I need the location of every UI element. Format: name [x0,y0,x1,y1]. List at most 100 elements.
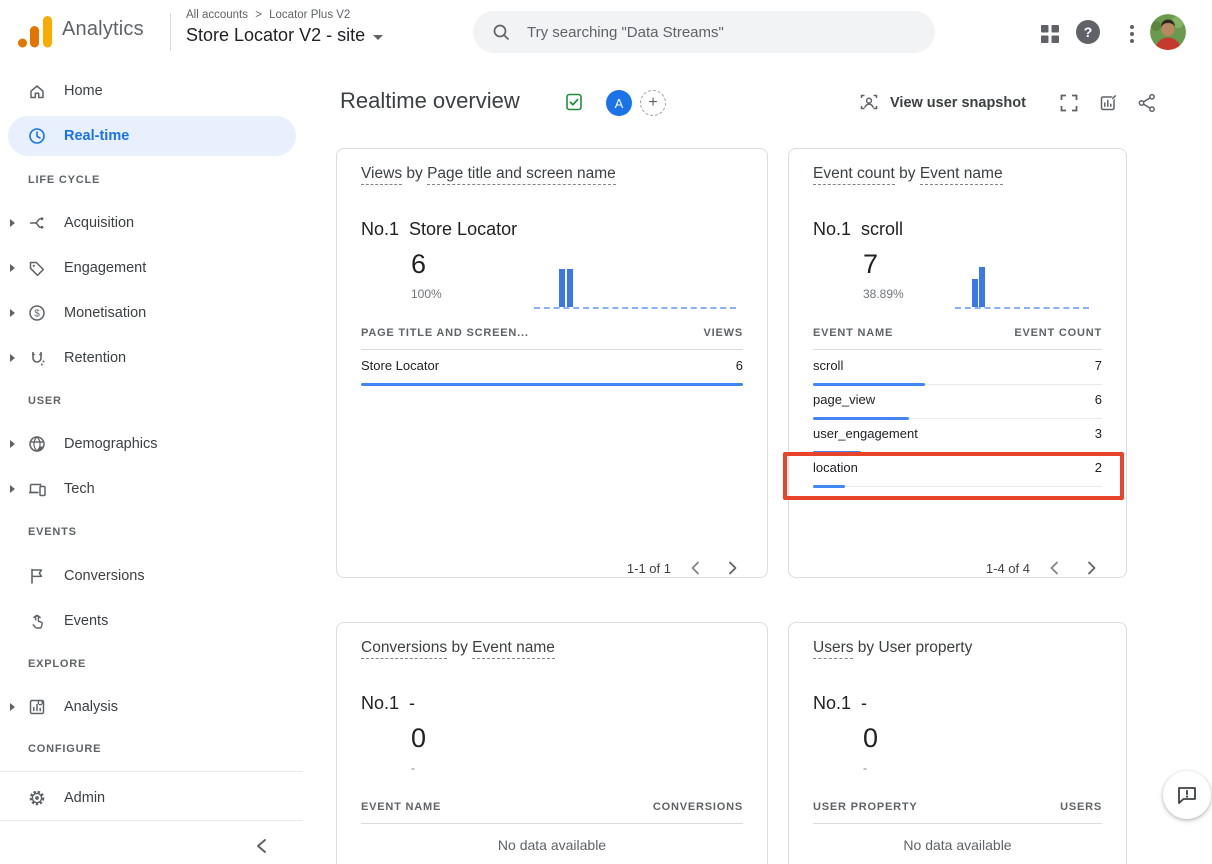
row-label: page_view [813,392,875,407]
engagement-tag-icon [27,258,47,278]
card-title: Conversions by Event name [361,639,555,657]
card-event-count-by-event-name: Event count by Event name No.1scroll 7 3… [788,148,1127,578]
expand-caret-icon[interactable] [10,485,15,493]
breadcrumb[interactable]: All accounts > Locator Plus V2 [186,9,354,21]
avatar[interactable] [1150,14,1186,50]
expand-caret-icon[interactable] [10,440,15,448]
customize-report-icon[interactable] [1098,92,1120,114]
sidebar-item-engagement[interactable]: Engagement [0,246,303,290]
spark-bar [567,269,573,307]
search-bar[interactable] [473,11,935,53]
expand-caret-icon[interactable] [10,309,15,317]
sidebar-item-acquisition[interactable]: Acquisition [0,201,303,245]
rank-value: - [861,693,867,713]
avatar-photo [1150,14,1186,50]
breadcrumb-account[interactable]: Locator Plus V2 [269,9,350,21]
card-conversions-by-event-name: Conversions by Event name No.1- 0 - EVEN… [336,622,768,864]
help-icon[interactable]: ? [1076,20,1100,44]
metric-selector[interactable]: Conversions [361,639,447,659]
search-input[interactable] [525,23,905,42]
top-entry: No.1 scroll [813,219,903,240]
sidebar-item-demographics[interactable]: Demographics [0,422,303,466]
metric-value: 6 [411,249,426,280]
title-join: by [447,639,472,656]
top-entry: No.1Store Locator [361,219,517,240]
metric-value: 7 [863,249,878,280]
row-bar [361,383,743,386]
more-vert-icon[interactable] [1120,22,1144,46]
mini-bar-chart [534,261,736,309]
topbar-divider [170,13,171,51]
sidebar-item-analysis[interactable]: Analysis [0,685,303,729]
column-metric: VIEWS [704,327,743,339]
dimension-selector[interactable]: Page title and screen name [427,165,616,185]
fullscreen-icon[interactable] [1058,92,1080,114]
spark-bar [972,279,978,307]
add-comparison-button[interactable]: + [640,90,666,116]
table-header: EVENT NAME CONVERSIONS [361,801,743,813]
prev-page-icon[interactable] [685,557,707,579]
sidebar-item-realtime[interactable]: Real-time [0,114,303,158]
view-user-snapshot-button[interactable]: View user snapshot [858,90,1026,116]
sidebar-item-tech[interactable]: Tech [0,467,303,511]
property-selector[interactable]: Store Locator V2 - site [186,25,383,46]
row-label: scroll [813,358,843,373]
sidebar-item-label: Home [64,83,103,99]
metric-selector[interactable]: Users [813,639,853,659]
metric-percent: - [863,761,867,775]
feedback-button[interactable] [1163,771,1211,819]
dimension-selector[interactable]: Event name [920,165,1003,185]
rank-label: No.1 [813,219,851,239]
page-title: Realtime overview [340,88,520,114]
title-join: by [402,165,427,182]
column-metric: EVENT COUNT [1014,327,1102,339]
expand-caret-icon[interactable] [10,354,15,362]
sidebar-item-label: Demographics [64,436,158,452]
retention-magnet-icon [27,348,47,368]
analysis-icon [27,697,47,717]
next-page-icon[interactable] [721,557,743,579]
sidebar-item-retention[interactable]: Retention [0,336,303,380]
rank-label: No.1 [361,693,399,713]
metric-selector[interactable]: Views [361,165,402,185]
sidebar-item-label: Admin [64,790,105,806]
next-page-icon[interactable] [1080,557,1102,579]
table-header-divider [361,823,743,824]
card-users-by-user-property: Users by User property No.1- 0 - USER PR… [788,622,1127,864]
sidebar-item-label: Retention [64,350,126,366]
user-snapshot-icon [858,92,880,114]
diagnostics-grid-icon[interactable] [1038,22,1062,46]
sidebar-section-explore: EXPLORE [28,658,86,678]
column-metric: USERS [1060,801,1102,813]
dimension-selector[interactable]: Event name [472,639,555,659]
prev-page-icon[interactable] [1044,557,1066,579]
comparison-badge[interactable]: A [606,90,632,116]
sidebar-item-label: Conversions [64,568,145,584]
expand-caret-icon[interactable] [10,264,15,272]
metric-percent: 100% [411,287,442,301]
metric-value: 0 [863,723,878,754]
rank-label: No.1 [361,219,399,239]
collapse-sidebar-icon[interactable] [248,832,276,860]
sidebar-item-admin[interactable]: Admin [0,776,303,820]
metric-percent: - [411,761,415,775]
data-quality-check-icon[interactable] [564,92,584,112]
metric-percent: 38.89% [863,287,904,301]
sidebar-item-monetisation[interactable]: $ Monetisation [0,291,303,335]
column-dimension: EVENT NAME [361,801,441,813]
sidebar-item-home[interactable]: Home [0,69,303,113]
metric-selector[interactable]: Event count [813,165,895,185]
svg-text:$: $ [34,309,40,320]
expand-caret-icon[interactable] [10,219,15,227]
card-views-by-page-title: Views by Page title and screen name No.1… [336,148,768,578]
expand-caret-icon[interactable] [10,703,15,711]
sidebar-item-events[interactable]: Events [0,599,303,643]
rank-value: - [409,693,415,713]
sidebar-item-conversions[interactable]: Conversions [0,554,303,598]
rank-value: scroll [861,219,903,239]
no-data-message: No data available [789,837,1126,853]
breadcrumb-root[interactable]: All accounts [186,9,248,21]
sidebar-item-label: Events [64,613,108,629]
share-icon[interactable] [1136,92,1158,114]
table-header: USER PROPERTY USERS [813,801,1102,813]
